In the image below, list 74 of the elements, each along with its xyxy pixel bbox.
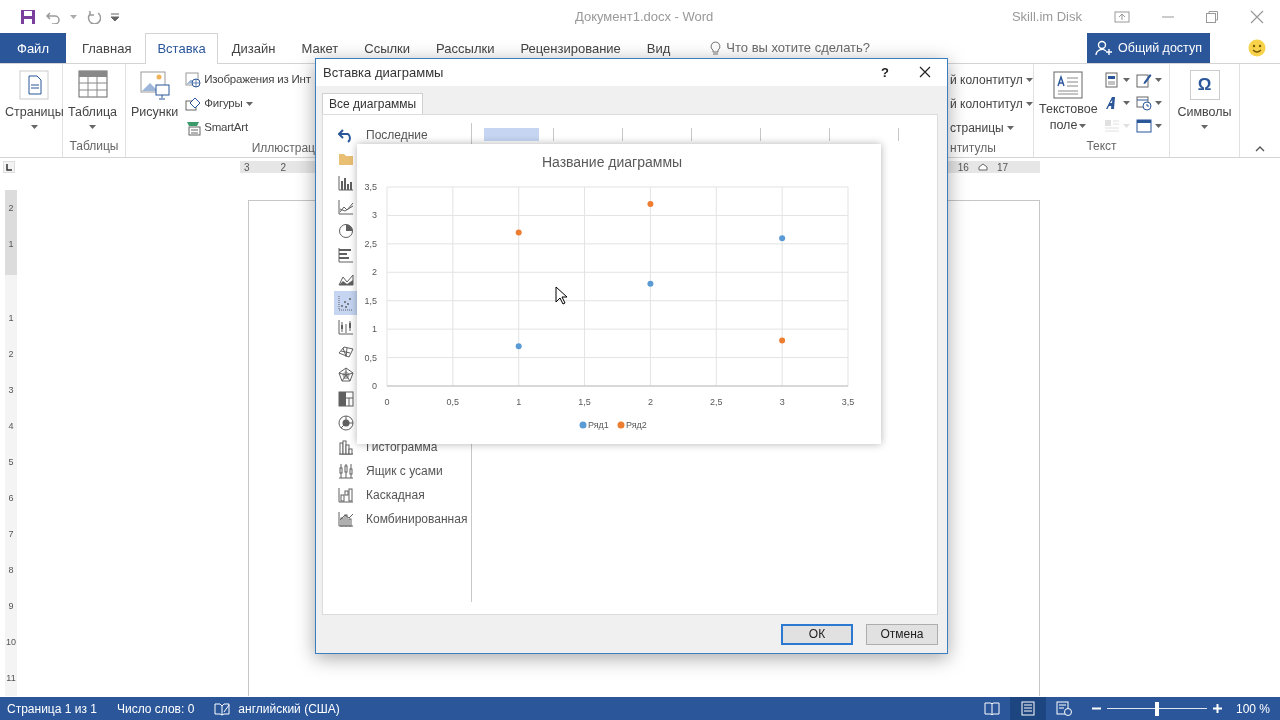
axis-tick-label: 3,5 [841, 397, 855, 407]
pages-button[interactable]: Страницы [3, 68, 66, 137]
ruler-number: 9 [8, 601, 14, 611]
ribbon-button[interactable]: Изображения из Инт [184, 68, 312, 91]
ruler-number: 2 [8, 349, 14, 359]
ribbon-button[interactable]: й колонтитул [950, 92, 1033, 115]
share-button[interactable]: Общий доступ [1087, 33, 1210, 63]
axis-tick-label: 2,5 [710, 397, 723, 407]
symbols-button[interactable]: Ω Символы [1173, 68, 1236, 137]
chart-title: Название диаграммы [541, 154, 683, 170]
axis-tick-label: 0,5 [446, 397, 460, 407]
axis-tick-label: 1 [516, 397, 522, 407]
ruler-number: 2 [8, 203, 14, 213]
ribbon-button[interactable]: SmartArt [184, 116, 312, 139]
pictures-button[interactable]: Рисунки [129, 68, 181, 139]
ruler-number: 2 [280, 160, 287, 175]
ruler-number: 4 [8, 421, 14, 431]
axis-tick-label: 2,5 [364, 238, 377, 249]
axis-tick-label: 1,5 [578, 397, 591, 407]
ribbon-button[interactable]: й колонтитул [950, 68, 1033, 91]
chart-type-item[interactable]: Последние [334, 122, 432, 147]
ruler-number: 1 [8, 313, 14, 323]
tell-me-field[interactable]: Что вы хотите сделать? [726, 38, 871, 58]
ribbon-tab[interactable]: Файл [0, 33, 66, 63]
axis-tick-label: 2 [372, 267, 377, 278]
omega-icon: Ω [1189, 70, 1220, 100]
axis-tick-label: 1 [372, 324, 377, 335]
legend-label: Ряд1 [588, 420, 609, 430]
ribbon-button[interactable]: страницы [950, 116, 1033, 139]
axis-tick-label: 3,5 [364, 182, 377, 192]
ruler-number: 1 [8, 239, 14, 249]
group-label: Таблицы [68, 138, 120, 155]
chart-type-item[interactable]: Ящик с усами [334, 458, 447, 483]
ribbon-tab[interactable]: Вставка [145, 33, 218, 64]
language-indicator[interactable]: английский (США) [238, 699, 340, 718]
ruler-number: 17 [996, 160, 1008, 175]
ruler-number: 8 [8, 565, 14, 575]
ruler-number: 7 [8, 529, 14, 539]
ruler-number: 3 [8, 385, 14, 395]
text-box-button[interactable]: Текстовое поле [1037, 68, 1099, 137]
ruler-number: 6 [8, 493, 14, 503]
ruler-number: 5 [8, 457, 14, 467]
axis-tick-label: 2 [647, 397, 653, 407]
ribbon-button[interactable]: Фигуры [184, 92, 312, 115]
dialog-title: Вставка диаграммы [323, 63, 444, 82]
chart-type-item[interactable]: Гистограмма [334, 434, 442, 459]
chart-type-item[interactable]: Каскадная [334, 482, 429, 507]
dialog-button[interactable]: ОК [781, 623, 853, 645]
window-title: Документ1.docx - Word [575, 7, 714, 26]
ruler-number: 11 [6, 673, 16, 683]
ribbon-tab[interactable]: Главная [69, 33, 144, 63]
axis-tick-label: 1,5 [364, 295, 377, 306]
page-count: Страница 1 из 1 [7, 700, 97, 718]
dialog-button[interactable]: Отмена [866, 623, 938, 645]
ruler-number: 10 [6, 637, 16, 647]
table-button[interactable]: Таблица [66, 68, 119, 137]
ruler-number: 16 [957, 160, 969, 175]
group-label: Иллюстрац [250, 140, 315, 157]
group-label: нтитулы [950, 140, 997, 157]
ribbon-tab[interactable]: Дизайн [219, 33, 288, 63]
axis-tick-label: 3 [372, 210, 377, 221]
word-count: Число слов: 0 [116, 700, 195, 718]
ruler-number: 3 [244, 160, 250, 175]
dialog-tab[interactable]: Все диаграммы [322, 92, 424, 114]
axis-tick-label: 0 [372, 381, 377, 391]
group-label: Текст [1085, 138, 1118, 155]
axis-tick-label: 3 [779, 397, 785, 407]
axis-tick-label: 0 [384, 397, 390, 407]
help-button[interactable]: ? [881, 62, 889, 83]
zoom-level[interactable]: 100 % [1235, 699, 1270, 718]
axis-tick-label: 0,5 [364, 352, 377, 363]
account-name: Skill.im Disk [1011, 7, 1082, 26]
chart-type-item[interactable]: Комбинированная [334, 506, 472, 531]
legend-label: Ряд2 [626, 420, 647, 430]
